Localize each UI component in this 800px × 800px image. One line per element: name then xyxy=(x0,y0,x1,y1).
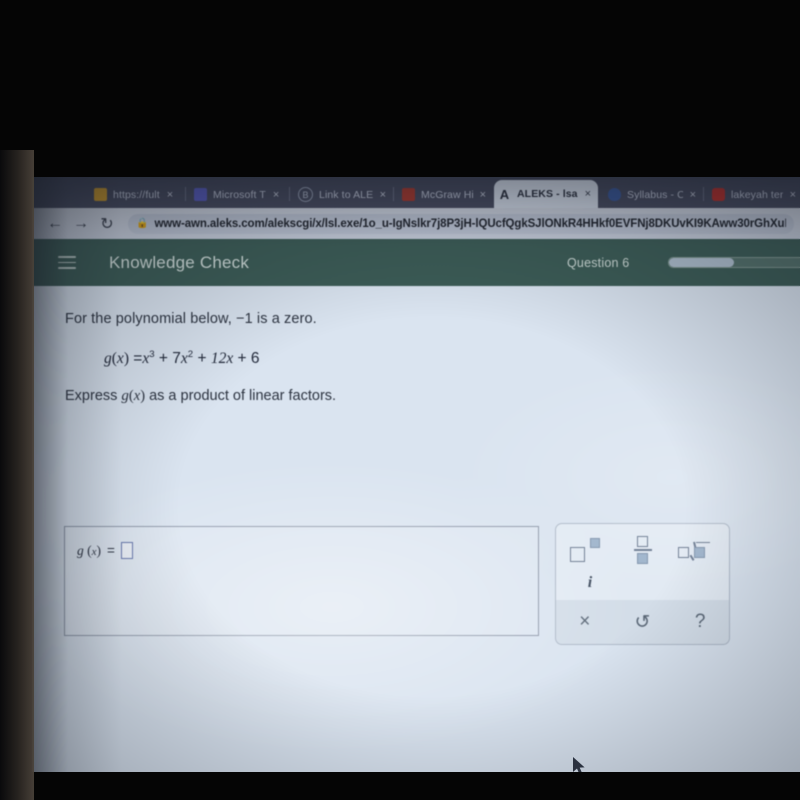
prompt-prefix: For the polynomial below, xyxy=(65,311,237,327)
tab-label: https://fult xyxy=(113,188,160,201)
tab-close-icon[interactable]: × xyxy=(690,189,696,201)
eq-op2: + xyxy=(197,350,207,368)
tab-close-icon[interactable]: × xyxy=(790,189,796,201)
back-icon[interactable]: ← xyxy=(42,211,68,237)
tab-separator xyxy=(289,187,290,201)
hamburger-icon[interactable] xyxy=(58,256,76,269)
browser-tab-2[interactable]: B Link to ALE × xyxy=(294,181,390,208)
clear-icon[interactable]: × xyxy=(556,600,614,644)
instruction-suffix: as a product of linear factors. xyxy=(145,388,337,404)
tab-close-icon[interactable]: × xyxy=(585,188,591,200)
superscript-exponent-box xyxy=(589,538,600,548)
lock-icon: 🔒 xyxy=(136,218,149,229)
fraction-denominator-box xyxy=(637,552,648,564)
tab-label: ALEKS - lsa xyxy=(517,188,578,200)
eq-equals: = xyxy=(133,350,143,368)
question-counter: Question 6 xyxy=(567,255,630,270)
onedrive-icon xyxy=(608,188,621,201)
question-instruction: Express g(x) as a product of linear fact… xyxy=(65,388,337,404)
eq-term1-exp: 3 xyxy=(149,349,155,360)
youtube-icon xyxy=(712,188,725,201)
eq-op1: + xyxy=(158,350,168,368)
eq-fn-arg: x xyxy=(116,350,124,368)
instruction-prefix: Express xyxy=(65,388,122,404)
browser-tab-3[interactable]: McGraw Hil × xyxy=(398,181,490,208)
tab-label: lakeyah ter xyxy=(731,188,783,201)
math-symbol-palette: i × ↺ ? xyxy=(555,523,730,645)
browser-nav-bar: ← → ↻ 🔒 www-awn.aleks.com/alekscgi/x/lsl… xyxy=(32,208,800,239)
undo-icon[interactable]: ↺ xyxy=(614,600,672,644)
tab-close-icon[interactable]: × xyxy=(273,189,279,201)
blackboard-icon: B xyxy=(298,187,313,202)
url-text: www-awn.aleks.com/alekscgi/x/lsl.exe/1o_… xyxy=(154,217,786,230)
question-content-area: For the polynomial below, −1 is a zero. … xyxy=(32,286,800,772)
imaginary-unit-button[interactable]: i xyxy=(578,569,602,597)
answer-input-area[interactable]: g (x) = xyxy=(64,526,539,636)
aleks-icon: A xyxy=(499,186,510,202)
progress-bar-fill xyxy=(669,258,734,267)
answer-equals: = xyxy=(107,543,115,558)
eq-term3: 12x xyxy=(210,350,234,368)
prompt-suffix: is a zero. xyxy=(252,311,317,327)
reload-icon[interactable]: ↻ xyxy=(94,211,120,237)
tab-separator xyxy=(393,187,394,201)
superscript-icon[interactable] xyxy=(556,532,614,568)
square-root-icon[interactable] xyxy=(671,532,729,568)
address-bar[interactable]: 🔒 www-awn.aleks.com/alekscgi/x/lsl.exe/1… xyxy=(128,213,794,234)
browser-tab-aleks-active[interactable]: A ALEKS - lsa × xyxy=(494,180,598,208)
tab-label: McGraw Hil xyxy=(421,188,473,201)
help-icon[interactable]: ? xyxy=(671,600,729,644)
fraction-numerator-box xyxy=(637,536,648,548)
tab-label: Link to ALE xyxy=(319,188,373,201)
eq-fn: g xyxy=(104,350,112,368)
aleks-app-header: Knowledge Check Question 6 xyxy=(32,239,800,286)
tab-close-icon[interactable]: × xyxy=(480,189,486,201)
browser-tab-6[interactable]: lakeyah ter × xyxy=(708,181,800,208)
teams-icon xyxy=(194,188,207,201)
palette-row-top xyxy=(556,532,729,568)
answer-fn: g xyxy=(77,542,84,558)
palette-row-actions: × ↺ ? xyxy=(556,600,729,644)
browser-tab-1[interactable]: Microsoft T × xyxy=(190,181,286,208)
browser-tab-5[interactable]: Syllabus - C × xyxy=(604,181,700,208)
fraction-bar xyxy=(633,549,652,551)
eq-term2-coef: 7 xyxy=(172,350,181,368)
tab-separator xyxy=(185,187,186,201)
page-title: Knowledge Check xyxy=(109,252,250,272)
prompt-zero-value: −1 xyxy=(236,311,253,327)
progress-bar xyxy=(668,257,800,268)
superscript-base-box xyxy=(569,547,585,562)
eq-term4: 6 xyxy=(250,350,260,368)
monitor-screen: https://fult × Microsoft T × B Link to A… xyxy=(32,177,800,772)
eq-term2-base: x xyxy=(180,350,188,368)
polynomial-equation: g(x) =x3 + 7x2 + 12x + 6 xyxy=(104,349,260,368)
eq-term2-exp: 2 xyxy=(187,349,194,360)
answer-prefix: g (x) = xyxy=(77,542,133,559)
question-prompt: For the polynomial below, −1 is a zero. xyxy=(65,311,317,327)
key-icon xyxy=(94,188,107,201)
forward-icon[interactable]: → xyxy=(68,211,94,237)
tab-close-icon[interactable]: × xyxy=(167,189,173,201)
tab-separator xyxy=(703,187,704,201)
tab-label: Syllabus - C xyxy=(627,188,683,201)
photographed-screen-scene: https://fult × Microsoft T × B Link to A… xyxy=(0,0,800,800)
monitor-bezel-left xyxy=(0,150,34,800)
mcgrawhill-icon xyxy=(402,188,415,201)
fraction-icon[interactable] xyxy=(614,532,672,568)
root-radicand-box xyxy=(694,546,706,558)
browser-tab-strip: https://fult × Microsoft T × B Link to A… xyxy=(32,177,800,208)
root-index-box xyxy=(678,546,690,558)
tab-close-icon[interactable]: × xyxy=(380,189,386,201)
answer-input-slot[interactable] xyxy=(120,542,133,559)
browser-tab-0[interactable]: https://fult × xyxy=(90,181,182,208)
mouse-cursor xyxy=(573,757,585,772)
eq-op3: + xyxy=(237,350,247,368)
tab-label: Microsoft T xyxy=(213,188,266,201)
instruction-fn: g xyxy=(121,388,129,404)
